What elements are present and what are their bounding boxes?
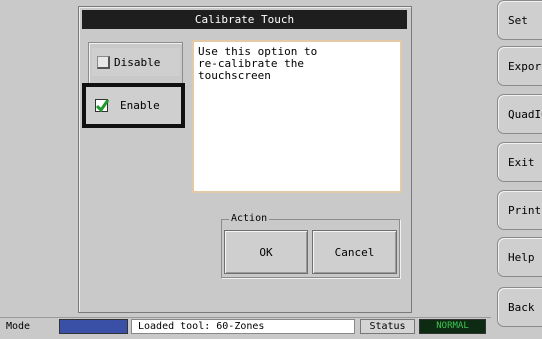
status-value: NORMAL [419, 319, 486, 334]
description-text: Use this option to re-calibrate the touc… [192, 40, 402, 193]
back-button[interactable]: Back [497, 287, 542, 327]
export-button[interactable]: Export [497, 46, 542, 86]
action-group-label: Action [229, 213, 270, 225]
mode-label: Mode [6, 321, 31, 332]
tool-status-field: Loaded tool: 60-Zones [131, 319, 355, 334]
help-button[interactable]: Help [497, 237, 542, 277]
quadio-button[interactable]: QuadIO [497, 94, 542, 134]
set-button[interactable]: Set [497, 0, 542, 40]
status-button[interactable]: Status [360, 319, 415, 334]
enable-option[interactable]: Enable [82, 83, 185, 128]
enable-checkbox[interactable] [95, 99, 110, 113]
ok-button[interactable]: OK [224, 230, 308, 274]
disable-option[interactable]: Disable [92, 48, 180, 76]
checkmark-icon [95, 99, 110, 113]
dialog-title: Calibrate Touch [82, 10, 407, 29]
exit-button[interactable]: Exit [497, 142, 542, 182]
enable-label: Enable [120, 99, 160, 112]
disable-label: Disable [114, 55, 161, 69]
mode-indicator [59, 319, 128, 334]
cancel-button[interactable]: Cancel [312, 230, 397, 274]
disable-checkbox[interactable] [97, 55, 110, 69]
print-button[interactable]: Print [497, 190, 542, 230]
